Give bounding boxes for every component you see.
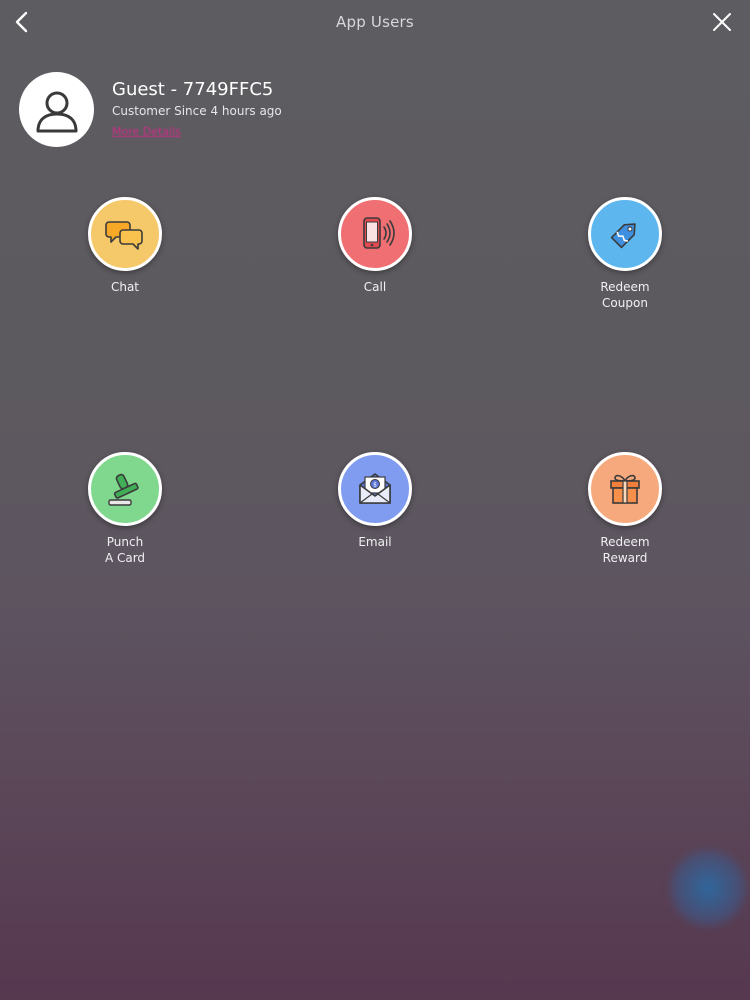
chat-label: Chat: [110, 280, 140, 294]
gift-icon: [610, 474, 640, 504]
close-icon: [713, 13, 731, 31]
redeem-reward-action[interactable]: Redeem Reward: [555, 452, 695, 566]
redeem-coupon-action[interactable]: Redeem Coupon: [555, 197, 695, 311]
more-details-link[interactable]: More Details: [112, 125, 282, 139]
user-icon: [36, 91, 77, 132]
email-circle[interactable]: $: [338, 452, 412, 526]
call-action[interactable]: Call: [305, 197, 445, 295]
phone-ringing-icon: [363, 217, 395, 249]
envelope-icon: $: [359, 473, 391, 504]
call-label: Call: [363, 280, 387, 294]
chat-circle[interactable]: [88, 197, 162, 271]
redeem-reward-circle[interactable]: [588, 452, 662, 526]
user-name: Guest - 7749FFC5: [112, 79, 274, 100]
close-button[interactable]: [706, 6, 738, 38]
punch-card-circle[interactable]: [88, 452, 162, 526]
call-circle[interactable]: [338, 197, 412, 271]
svg-text:$: $: [373, 482, 377, 489]
stamp-icon: [108, 473, 139, 506]
chat-action[interactable]: Chat: [55, 197, 195, 295]
avatar: [19, 72, 94, 147]
floating-action-button[interactable]: [670, 850, 746, 926]
user-profile: Guest - 7749FFC5 Customer Since 4 hours …: [19, 72, 282, 147]
customer-since: Customer Since 4 hours ago: [112, 104, 282, 118]
redeem-coupon-circle[interactable]: [588, 197, 662, 271]
redeem-coupon-label: Redeem Coupon: [600, 280, 650, 310]
punch-card-label: Punch A Card: [104, 535, 146, 565]
top-bar: App Users: [0, 0, 750, 44]
punch-card-action[interactable]: Punch A Card: [55, 452, 195, 566]
coupon-tag-icon: [610, 223, 636, 249]
redeem-reward-label: Redeem Reward: [600, 535, 650, 565]
chat-bubbles-icon: [105, 221, 143, 250]
email-action[interactable]: $ Email: [305, 452, 445, 550]
page-title: App Users: [336, 13, 414, 31]
email-label: Email: [358, 535, 392, 549]
